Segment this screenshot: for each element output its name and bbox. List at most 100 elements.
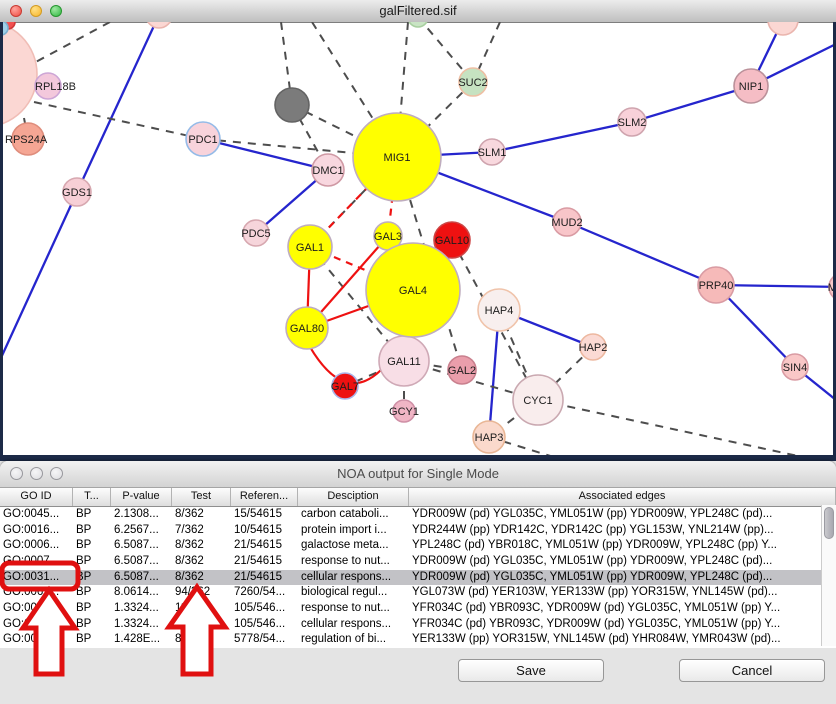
node-label: GAL1	[296, 242, 324, 254]
node-PDC1[interactable]: PDC1	[186, 122, 220, 156]
node-GAL2[interactable]: GAL2	[448, 356, 476, 384]
table-header: GO IDT...P-valueTestReferen...Desciption…	[0, 488, 836, 507]
cell-edges: YDR009W (pd) YGL035C, YML051W (pp) YDR00…	[409, 507, 822, 523]
cancel-button[interactable]: Cancel	[679, 659, 825, 682]
cell-edges: YDR009W (pd) YGL035C, YML051W (pp) YDR00…	[409, 570, 822, 586]
node-MIG1[interactable]: MIG1	[353, 113, 441, 201]
node-SLM2[interactable]: SLM2	[618, 108, 647, 136]
node-MUD2[interactable]: MUD2	[551, 208, 582, 236]
cell-go_id: GO:0031...	[0, 601, 73, 617]
zoom-button-icon[interactable]	[50, 467, 63, 480]
node-label: GAL80	[290, 323, 324, 335]
cell-description: response to nut...	[298, 554, 409, 570]
edge	[492, 122, 632, 152]
table-row[interactable]: GO:0050...BP1.428E...80/3625778/54...reg…	[0, 632, 822, 648]
network-titlebar[interactable]: galFiltered.sif	[0, 0, 836, 23]
column-header-3[interactable]: Test	[172, 488, 231, 506]
cell-p_value: 6.5087...	[111, 538, 172, 554]
node-PDC5[interactable]: PDC5	[241, 220, 270, 246]
cell-edges: YGL073W (pd) YER103W, YER133W (pp) YOR31…	[409, 585, 822, 601]
column-header-0[interactable]: GO ID	[0, 488, 73, 506]
node-label: PRP40	[699, 280, 734, 292]
cell-reference: 7260/54...	[231, 585, 298, 601]
node-GAL4[interactable]: GAL4	[366, 243, 460, 337]
node-GDS1[interactable]: GDS1	[62, 178, 92, 206]
cell-description: cellular respons...	[298, 570, 409, 586]
cell-description: galactose meta...	[298, 538, 409, 554]
cell-go_id: GO:0016...	[0, 523, 73, 539]
minimize-button-icon[interactable]	[30, 5, 42, 17]
cell-description: cellular respons...	[298, 617, 409, 633]
noa-titlebar[interactable]: NOA output for Single Mode	[0, 461, 836, 488]
node-SIN4[interactable]: SIN4	[782, 354, 808, 380]
save-button[interactable]: Save	[458, 659, 604, 682]
node-RPL18B[interactable]: RPL18B	[35, 73, 76, 99]
cell-p_value: 6.2567...	[111, 523, 172, 539]
cell-p_value: 1.3324...	[111, 617, 172, 633]
node-SLM1[interactable]: SLM1	[478, 139, 507, 165]
table-row[interactable]: GO:0007...BP6.5087...8/36221/54615respon…	[0, 554, 822, 570]
node-CYC1[interactable]: CYC1	[513, 375, 563, 425]
node-bigpink[interactable]	[0, 22, 37, 127]
edge	[34, 102, 203, 139]
node-DMC1[interactable]: DMC1	[312, 154, 344, 186]
node-GAL80[interactable]: GAL80	[286, 307, 328, 349]
close-button-icon[interactable]	[10, 5, 22, 17]
node-HAP4[interactable]: HAP4	[478, 289, 520, 331]
node-label: GAL2	[448, 365, 476, 377]
cell-p_value: 1.3324...	[111, 601, 172, 617]
column-header-4[interactable]: Referen...	[231, 488, 298, 506]
node-label: DMC1	[312, 165, 343, 177]
column-header-1[interactable]: T...	[73, 488, 111, 506]
node-HAP2[interactable]: HAP2	[579, 334, 608, 360]
table-row[interactable]: GO:0045...BP2.1308...8/36215/54615carbon…	[0, 507, 822, 523]
cell-edges: YPL248C (pd) YBR018C, YML051W (pp) YDR00…	[409, 538, 822, 554]
zoom-button-icon[interactable]	[50, 5, 62, 17]
node-NIP1[interactable]: NIP1	[734, 69, 768, 103]
node-label: NIP1	[739, 81, 763, 93]
cell-description: regulation of bi...	[298, 632, 409, 648]
node-PRP40[interactable]: PRP40	[698, 267, 734, 303]
cell-type: BP	[73, 601, 111, 617]
cell-go_id: GO:0045...	[0, 507, 73, 523]
noa-output-window: NOA output for Single Mode GO IDT...P-va…	[0, 461, 836, 704]
scrollbar-thumb[interactable]	[824, 507, 834, 539]
table-row[interactable]: GO:0031...BP6.5087...8/36221/54615cellul…	[0, 570, 822, 586]
node-GAL1[interactable]: GAL1	[288, 225, 332, 269]
table-row[interactable]: GO:0006...BP6.5087...8/36221/54615galact…	[0, 538, 822, 554]
node-GAL7[interactable]: GAL7	[331, 373, 359, 399]
table-row[interactable]: GO:0031...BP1.3324...11/362105/546...cel…	[0, 617, 822, 633]
table-row[interactable]: GO:0065...BP8.0614...94/3627260/54...bio…	[0, 585, 822, 601]
table-body: GO:0045...BP2.1308...8/36215/54615carbon…	[0, 507, 836, 648]
node-GCY1[interactable]: GCY1	[389, 400, 419, 422]
node-label: GAL4	[399, 285, 427, 297]
close-button-icon[interactable]	[10, 467, 23, 480]
cell-description: response to nut...	[298, 601, 409, 617]
node-RPS24A[interactable]: RPS24A	[5, 123, 48, 155]
node-label: GAL11	[387, 356, 420, 368]
column-header-2[interactable]: P-value	[111, 488, 172, 506]
node-label: MUD2	[551, 217, 582, 229]
node-HAP3[interactable]: HAP3	[473, 421, 505, 453]
node-label: PDC5	[241, 228, 270, 240]
noa-window-title: NOA output for Single Mode	[0, 461, 836, 487]
table-row[interactable]: GO:0016...BP6.2567...7/36210/54615protei…	[0, 523, 822, 539]
cell-reference: 21/54615	[231, 570, 298, 586]
minimize-button-icon[interactable]	[30, 467, 43, 480]
node-gray-node[interactable]	[275, 88, 309, 122]
node-cut-green[interactable]	[408, 22, 428, 27]
node-label: MIG1	[384, 152, 411, 164]
column-header-6[interactable]: Associated edges	[409, 488, 836, 506]
node-SUC2[interactable]: SUC2	[458, 68, 487, 96]
column-header-5[interactable]: Desciption	[298, 488, 409, 506]
node-cut-pink-b[interactable]	[768, 22, 798, 35]
node-GAL11[interactable]: GAL11	[379, 336, 429, 386]
node-label: SLM2	[618, 117, 647, 129]
network-canvas[interactable]: RPL18B RPS24A GDS1 PDC1 PDC5 DMC1 SUC2 SLM1 SLM2…	[0, 22, 836, 461]
cell-reference: 105/546...	[231, 617, 298, 633]
cell-description: biological regul...	[298, 585, 409, 601]
node-cut-pink-a[interactable]	[146, 22, 172, 28]
cell-reference: 5778/54...	[231, 632, 298, 648]
table-row[interactable]: GO:0031...BP1.3324...11/362105/546...res…	[0, 601, 822, 617]
vertical-scrollbar[interactable]	[821, 505, 836, 646]
